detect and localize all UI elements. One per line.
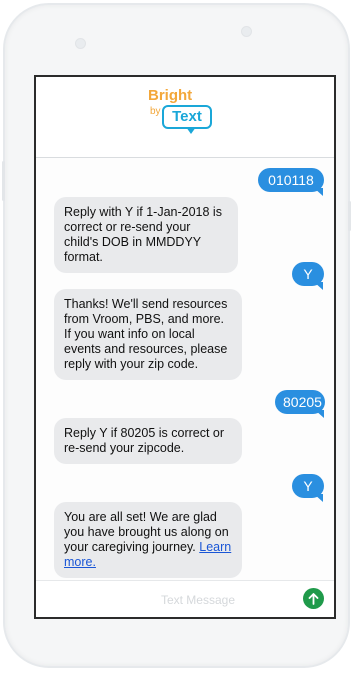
text-message-input[interactable] (96, 589, 300, 611)
logo-speech-bubble-icon: Text (162, 105, 212, 129)
message-text: 80205 (283, 394, 322, 410)
message-composer (36, 580, 334, 617)
bright-by-text-logo: Bright by Text (148, 85, 228, 151)
phone-screen: Bright by Text 010118 Reply with Y if 1-… (34, 75, 336, 619)
logo-word-by: by (150, 106, 161, 117)
outgoing-message-tail (314, 188, 323, 196)
app-header: Bright by Text (36, 77, 334, 158)
side-button (2, 161, 5, 201)
outgoing-message-tail (315, 410, 324, 418)
phone-frame: Bright by Text 010118 Reply with Y if 1-… (2, 3, 351, 668)
incoming-message: Thanks! We'll send resources from Vroom,… (54, 289, 242, 380)
front-camera-dot (75, 38, 86, 49)
incoming-message: Reply Y if 80205 is correct or re-send y… (54, 418, 242, 464)
message-text: Y (303, 266, 313, 282)
message-text: Y (303, 478, 313, 494)
message-text: Reply Y if 80205 is correct or re-send y… (64, 426, 225, 455)
incoming-message: Reply with Y if 1-Jan-2018 is correct or… (54, 197, 238, 273)
logo-word-bright: Bright (148, 87, 193, 104)
incoming-message: You are all set! We are glad you have br… (54, 502, 242, 578)
side-button (348, 201, 351, 231)
message-text: Thanks! We'll send resources from Vroom,… (64, 297, 228, 371)
logo-bubble-tail (186, 127, 196, 134)
outgoing-message-tail (314, 494, 323, 502)
message-text: Reply with Y if 1-Jan-2018 is correct or… (64, 205, 222, 264)
sensor-dot (241, 26, 252, 37)
message-text: 010118 (268, 172, 314, 188)
arrow-up-icon (308, 592, 319, 605)
send-button[interactable] (303, 588, 324, 609)
logo-word-text: Text (172, 108, 202, 125)
outgoing-message-tail (314, 282, 323, 290)
